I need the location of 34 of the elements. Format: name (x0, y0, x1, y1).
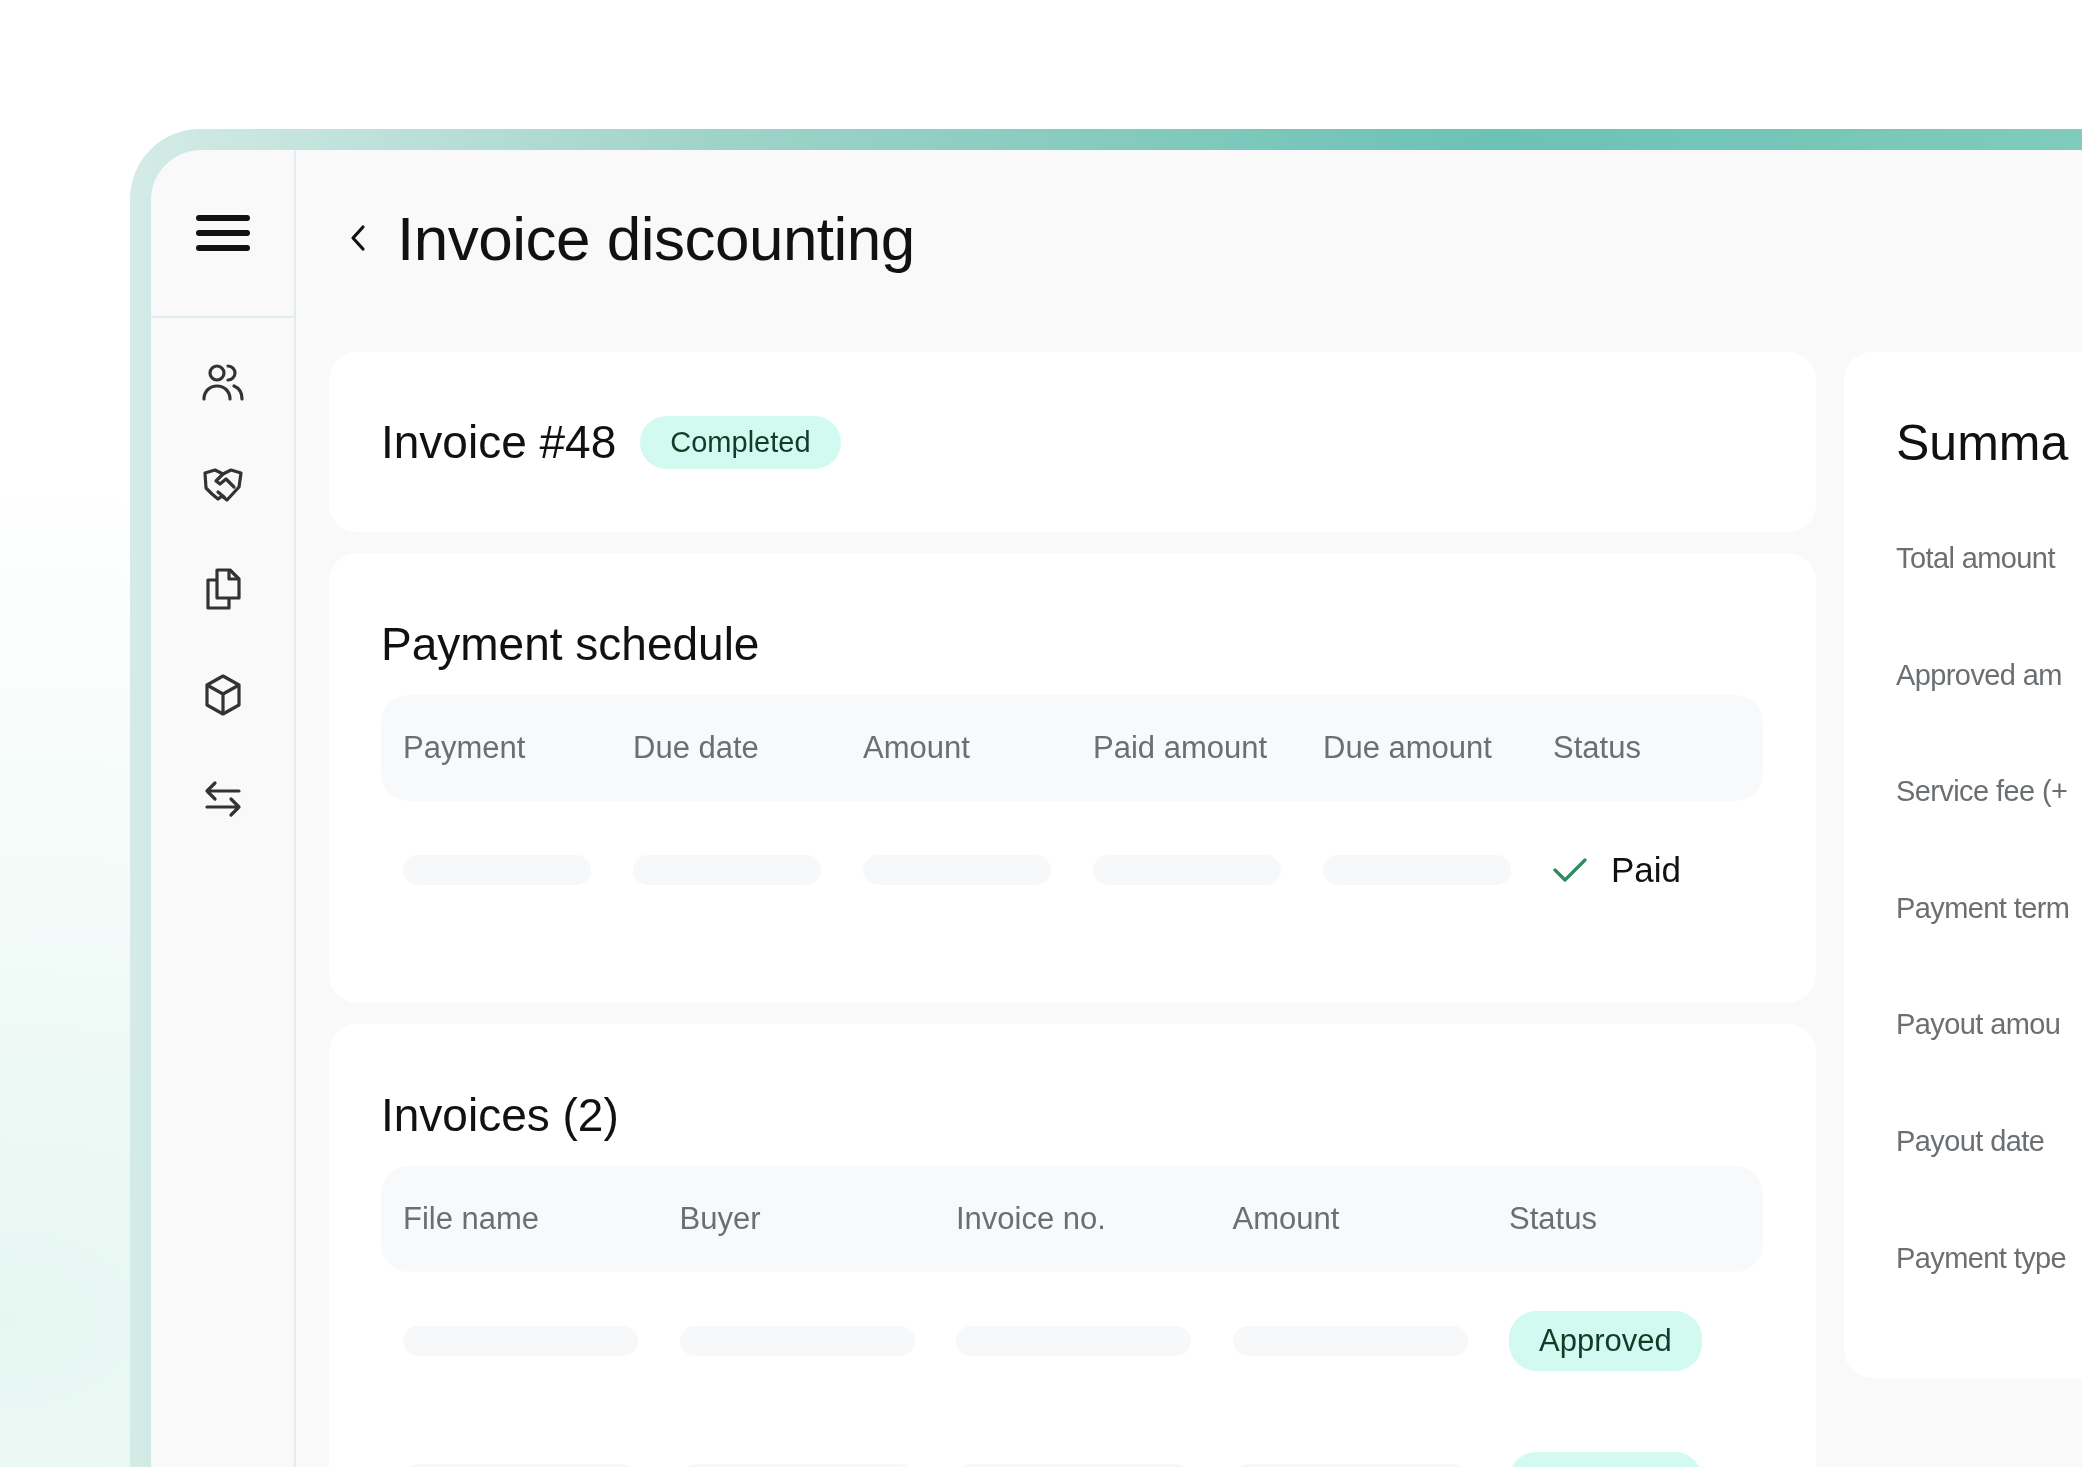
check-icon (1553, 857, 1587, 883)
column-header: Status (1509, 1201, 1598, 1237)
column-header: Paid amount (1093, 730, 1269, 766)
handshake-icon[interactable] (201, 466, 244, 504)
users-icon[interactable] (201, 362, 244, 402)
column-header: Amount (863, 730, 971, 766)
column-header: Buyer (679, 1201, 762, 1237)
column-header: Amount (1232, 1201, 1341, 1237)
summary-label: Payment term (1896, 891, 2070, 926)
status-text: Paid (1611, 850, 1682, 890)
summary-label: Payout date (1896, 1124, 2045, 1159)
status-badge: Completed (640, 415, 841, 469)
summary-label: Payment type (1896, 1241, 2067, 1276)
summary-label: Payout amou (1896, 1008, 2061, 1043)
column-header: Due date (633, 730, 760, 766)
back-icon[interactable] (349, 223, 367, 253)
status-badge: Approved (1509, 1311, 1702, 1371)
invoice-title: Invoice #48 (381, 415, 617, 469)
section-title: Invoices (2) (381, 1088, 620, 1142)
page-title: Invoice discounting (397, 202, 915, 274)
summary-label: Approved am (1896, 658, 2062, 693)
column-header: Status (1553, 730, 1642, 766)
summary-label: Service fee (+ (1896, 775, 2068, 810)
documents-icon[interactable] (204, 568, 241, 610)
column-header: File name (403, 1201, 541, 1237)
cube-icon[interactable] (203, 674, 242, 716)
transfer-icon[interactable] (203, 780, 242, 818)
section-title: Payment schedule (381, 617, 761, 671)
column-header: Payment (403, 730, 527, 766)
menu-icon[interactable] (194, 213, 251, 253)
column-header: Invoice no. (956, 1201, 1107, 1237)
summary-label: Total amount (1896, 542, 2055, 576)
summary-title: Summa (1896, 414, 2070, 472)
column-header: Due amount (1323, 730, 1493, 766)
